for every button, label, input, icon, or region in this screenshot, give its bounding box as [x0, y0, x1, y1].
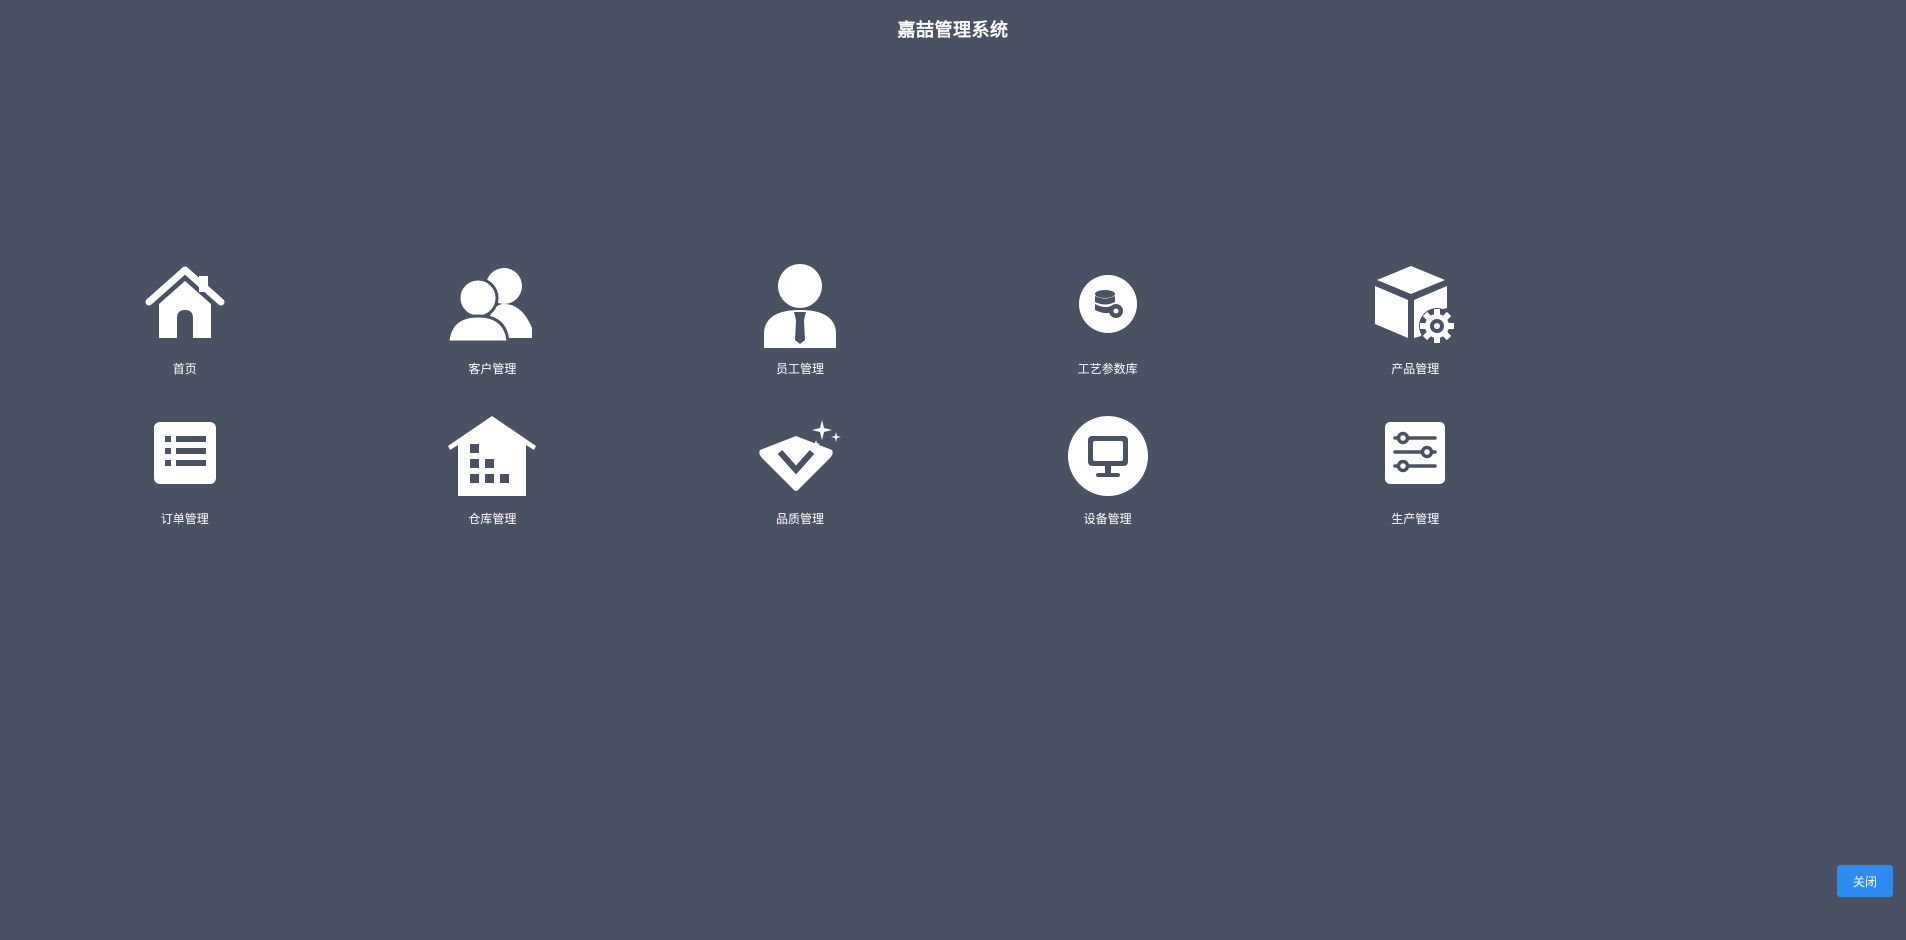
module-grid: 首页 客户管理 员工管理 工艺参数库 产品管理 订单管理 仓库管理 品质管理 设…	[31, 264, 1569, 564]
tile-label: 员工管理	[775, 362, 824, 376]
database-icon	[1060, 264, 1156, 356]
page-title: 嘉喆管理系统	[897, 20, 1009, 41]
warehouse-icon	[444, 414, 540, 506]
tile-label: 首页	[172, 362, 197, 376]
sliders-icon	[1367, 414, 1463, 506]
tile-production[interactable]: 生产管理	[1261, 414, 1569, 564]
close-button[interactable]: 关闭	[1837, 865, 1893, 897]
tile-label: 产品管理	[1391, 362, 1440, 376]
tile-equipment[interactable]: 设备管理	[954, 414, 1262, 564]
tile-employees[interactable]: 员工管理	[646, 264, 954, 414]
tile-label: 订单管理	[160, 512, 209, 526]
tile-orders[interactable]: 订单管理	[31, 414, 339, 564]
main-menu-page: 嘉喆管理系统 首页 客户管理 员工管理 工艺参数库 产品管理 订单管理 仓库管理…	[0, 0, 1906, 940]
tile-label: 仓库管理	[468, 512, 517, 526]
monitor-icon	[1060, 414, 1156, 506]
tile-label: 设备管理	[1083, 512, 1132, 526]
tile-label: 客户管理	[468, 362, 517, 376]
tile-quality[interactable]: 品质管理	[646, 414, 954, 564]
order-list-icon	[137, 414, 233, 506]
tile-label: 工艺参数库	[1077, 362, 1138, 376]
tile-products[interactable]: 产品管理	[1261, 264, 1569, 414]
diamond-icon	[752, 414, 848, 506]
tile-customers[interactable]: 客户管理	[339, 264, 647, 414]
tile-home[interactable]: 首页	[31, 264, 339, 414]
tile-warehouse[interactable]: 仓库管理	[339, 414, 647, 564]
employee-icon	[752, 264, 848, 356]
product-box-gear-icon	[1367, 264, 1463, 356]
tile-label: 生产管理	[1391, 512, 1440, 526]
tile-label: 品质管理	[775, 512, 824, 526]
customers-icon	[444, 264, 540, 356]
tile-process-params[interactable]: 工艺参数库	[954, 264, 1262, 414]
home-icon	[137, 264, 233, 356]
